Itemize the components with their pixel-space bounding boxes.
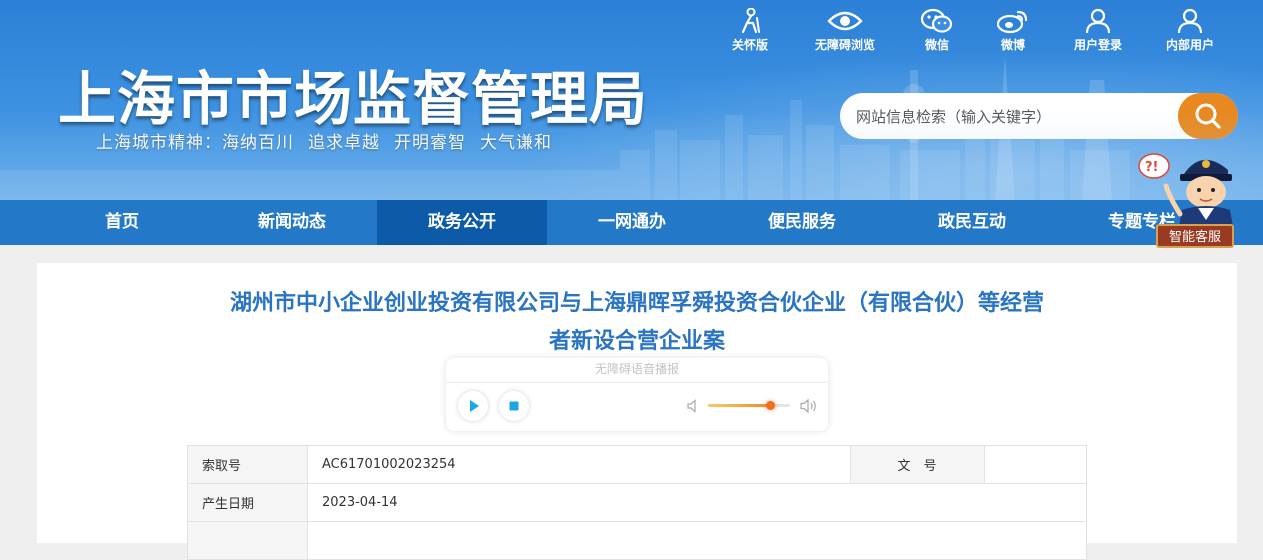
nav-item-government-affairs[interactable]: 政务公开 — [377, 200, 547, 245]
document-number-value — [984, 445, 1087, 484]
article-title-line: 者新设合营企业案 — [548, 329, 725, 354]
table-cell — [187, 521, 308, 560]
table-row: 索取号 AC61701002023254 文 号 — [187, 445, 1087, 484]
mascot-bubble-text: ?! — [1145, 160, 1158, 175]
article-meta-table: 索取号 AC61701002023254 文 号 产生日期 2023-04-14 — [187, 445, 1087, 560]
eye-icon — [827, 11, 863, 31]
generated-date-label: 产生日期 — [187, 483, 308, 522]
top-utility-links: 关怀版 无障碍浏览 微信 微博 用户登录 内部用户 — [0, 8, 1263, 58]
user-login-link[interactable]: 用户登录 — [1058, 8, 1138, 53]
motto-item: 海纳百川 — [222, 133, 294, 153]
index-number-label: 索取号 — [187, 445, 308, 484]
smart-customer-service-button[interactable]: 智能客服 — [1156, 224, 1234, 248]
user-icon — [1085, 8, 1111, 34]
volume-handle[interactable] — [766, 401, 776, 410]
volume-high-icon — [800, 398, 816, 414]
nav-item-one-stop-service[interactable]: 一网通办 — [547, 200, 717, 245]
volume-fill — [708, 404, 771, 407]
article-title-line: 湖州市中小企业创业投资有限公司与上海鼎晖孚舜投资合伙企业（有限合伙）等经营 — [229, 291, 1044, 316]
weibo-link[interactable]: 微博 — [973, 8, 1053, 53]
nav-item-home[interactable]: 首页 — [37, 200, 207, 245]
index-number-value: AC61701002023254 — [307, 445, 851, 484]
main-nav: 首页 新闻动态 政务公开 一网通办 便民服务 政民互动 专题专栏 — [0, 200, 1263, 245]
document-number-label: 文 号 — [850, 445, 985, 484]
volume-slider[interactable] — [708, 401, 790, 410]
table-row: 产生日期 2023-04-14 — [187, 483, 1087, 522]
audio-player: 无障碍语音播报 — [446, 358, 828, 431]
article-title: 湖州市中小企业创业投资有限公司与上海鼎晖孚舜投资合伙企业（有限合伙）等经营 者新… — [187, 285, 1087, 361]
search-button[interactable] — [1178, 93, 1238, 139]
user-login-label: 用户登录 — [1073, 38, 1122, 52]
audio-caption: 无障碍语音播报 — [594, 362, 679, 376]
elderly-care-label: 关怀版 — [731, 38, 768, 52]
search-box — [840, 93, 1238, 141]
play-icon — [470, 400, 479, 412]
user-icon — [1177, 8, 1203, 34]
nav-item-news[interactable]: 新闻动态 — [207, 200, 377, 245]
volume-low-icon — [687, 399, 696, 413]
internal-user-link[interactable]: 内部用户 — [1150, 8, 1230, 53]
accessible-browse-label: 无障碍浏览 — [814, 38, 875, 52]
nav-item-public-services[interactable]: 便民服务 — [717, 200, 887, 245]
motto-item: 大气谦和 — [480, 133, 552, 153]
wechat-label: 微信 — [924, 38, 949, 52]
generated-date-value: 2023-04-14 — [307, 483, 1087, 522]
elderly-care-icon — [741, 8, 760, 34]
article-container: 湖州市中小企业创业投资有限公司与上海鼎晖孚舜投资合伙企业（有限合伙）等经营 者新… — [37, 263, 1237, 560]
weibo-label: 微博 — [1000, 38, 1025, 52]
site-title: 上海市市场监督管理局 — [58, 65, 649, 133]
site-motto: 上海城市精神：海纳百川 追求卓越 开明睿智 大气谦和 — [96, 128, 552, 153]
internal-user-label: 内部用户 — [1165, 38, 1214, 52]
wechat-icon — [920, 8, 953, 33]
table-cell — [307, 521, 1087, 560]
weibo-icon — [996, 10, 1028, 34]
motto-item: 追求卓越 — [308, 133, 380, 153]
motto-prefix: 上海城市精神： — [96, 133, 222, 153]
header-banner: 上海市市场监督管理局 上海城市精神：海纳百川 追求卓越 开明睿智 大气谦和 关怀版 无… — [0, 0, 1263, 200]
table-row — [187, 521, 1087, 560]
wechat-link[interactable]: 微信 — [897, 8, 977, 53]
search-input[interactable] — [854, 93, 1178, 141]
motto-item: 开明睿智 — [394, 133, 466, 153]
search-icon — [1195, 103, 1221, 129]
elderly-care-mode-link[interactable]: 关怀版 — [710, 8, 790, 53]
stop-button[interactable] — [499, 391, 529, 421]
audio-divider — [446, 382, 828, 383]
accessible-browse-link[interactable]: 无障碍浏览 — [805, 8, 885, 53]
stop-icon — [509, 401, 519, 411]
nav-item-interaction[interactable]: 政民互动 — [887, 200, 1057, 245]
play-button[interactable] — [458, 391, 488, 421]
